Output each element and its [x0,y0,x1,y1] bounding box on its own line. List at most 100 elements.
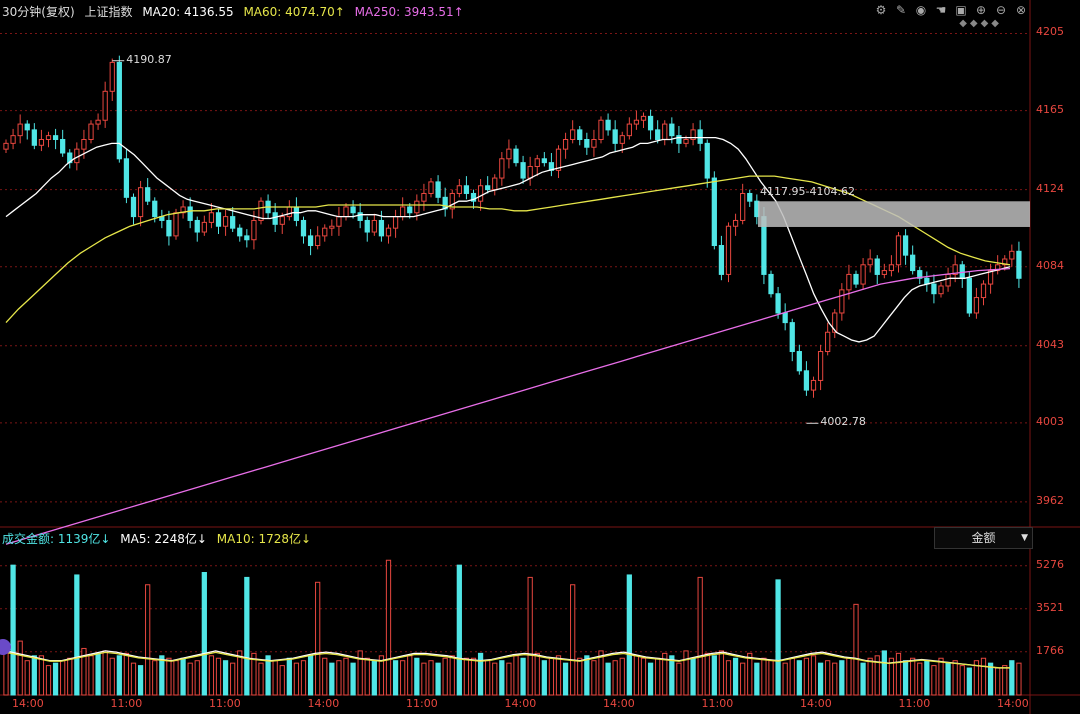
volume-bar [931,665,937,696]
hand-icon[interactable]: ☚ [934,3,948,17]
settings-icon[interactable]: ⚙ [874,3,888,17]
period-label[interactable]: 30分钟(复权) [2,5,75,19]
volume-bar [166,657,172,696]
volume-bar [690,657,696,696]
volume-bar [548,657,555,696]
volume-bar [513,655,519,696]
candle-body [584,139,590,148]
volume-type-select[interactable]: 金额 ▼ [934,527,1033,549]
volume-bar [385,559,392,696]
volume-bar [492,662,498,696]
candle-body [88,123,94,141]
candle-body [81,139,87,150]
candle-body [669,123,675,137]
volume-bar [966,667,972,696]
volume-bar [343,657,349,696]
close-icon[interactable]: ⊗ [1014,3,1028,17]
camera-icon[interactable]: ▣ [954,3,968,17]
volume-bar [895,652,902,696]
candle-body [237,227,243,237]
candle-body [31,129,37,146]
volume-bar [137,665,144,696]
volume-bar [782,662,788,696]
volume-bar [38,655,45,696]
candle-body [477,185,484,202]
volume-bar [1016,662,1022,696]
candle-body [463,185,470,194]
volume-bar [647,662,654,696]
volume-bar [470,657,477,696]
candle-body [768,273,774,295]
volume-bar [562,662,569,696]
volume-bar [10,564,16,696]
price-tick-label: 4165 [1036,102,1064,116]
candle-body [839,289,845,314]
chart-canvas[interactable] [0,0,1080,714]
volume-bar [924,660,930,696]
volume-bar [683,650,689,696]
candle-body [385,227,392,237]
candle-body [506,148,512,160]
candle-body [938,285,944,295]
volume-bar [463,657,470,696]
candle-body [428,181,434,194]
volume-bar [435,662,441,696]
volume-bar [980,657,987,696]
candle-body [45,135,52,141]
candle-body [286,206,292,218]
volume-bar [371,660,377,696]
eye-icon[interactable]: ◉ [914,3,928,17]
candle-body [591,139,597,148]
time-tick-label: 14:00 [307,697,340,710]
volume-bar [591,660,597,696]
volume-bar [810,655,817,696]
chart-toolbar: ⚙ ✎ ◉ ☚ ▣ ⊕ ⊖ ⊗ [874,3,1028,17]
more-dots-icon[interactable]: ◆◆◆◆ [959,18,1002,29]
volume-bar [669,655,675,696]
volume-bar [244,576,250,696]
volume-bar [640,657,647,696]
volume-bar [449,655,455,696]
candle-body [357,212,363,221]
volume-bar [307,655,314,696]
price-tick-label: 4043 [1036,337,1064,351]
candle-body [810,379,817,391]
candle-body [52,135,59,141]
volume-bar [867,657,873,696]
candle-body [725,225,732,275]
candle-body [775,293,781,314]
ma20-label: MA20: 4136.55 [142,5,234,19]
candle-body [732,219,739,227]
candle-body [895,235,902,266]
volume-bar [357,650,363,696]
candle-body [626,123,632,137]
volume-bar [987,662,994,696]
volume-bar [407,655,413,696]
volume-bar [534,652,540,696]
volume-title: 成交金额: 1139亿↓ [2,532,111,546]
candle-body [796,351,802,372]
candle-body [279,216,285,225]
candle-body [17,123,23,137]
volume-bar [952,660,958,696]
volume-bar [697,576,703,696]
edit-icon[interactable]: ✎ [894,3,908,17]
candle-body [307,235,314,247]
candle-body [343,206,349,218]
candle-body [945,273,951,287]
price-tick-label: 4003 [1036,414,1064,428]
candle-body [683,139,689,144]
volume-bar [222,660,229,696]
volume-bar [95,652,101,696]
volume-bar [1002,665,1008,696]
candle-body [173,212,179,237]
zoom-in-icon[interactable]: ⊕ [974,3,988,17]
zoom-out-icon[interactable]: ⊖ [994,3,1008,17]
candle-body [201,221,207,233]
candle-body [60,139,66,154]
volume-bar [761,657,767,696]
volume-bar [428,660,434,696]
candle-body [874,258,880,275]
volume-bar [350,662,356,696]
candle-body [293,206,300,221]
